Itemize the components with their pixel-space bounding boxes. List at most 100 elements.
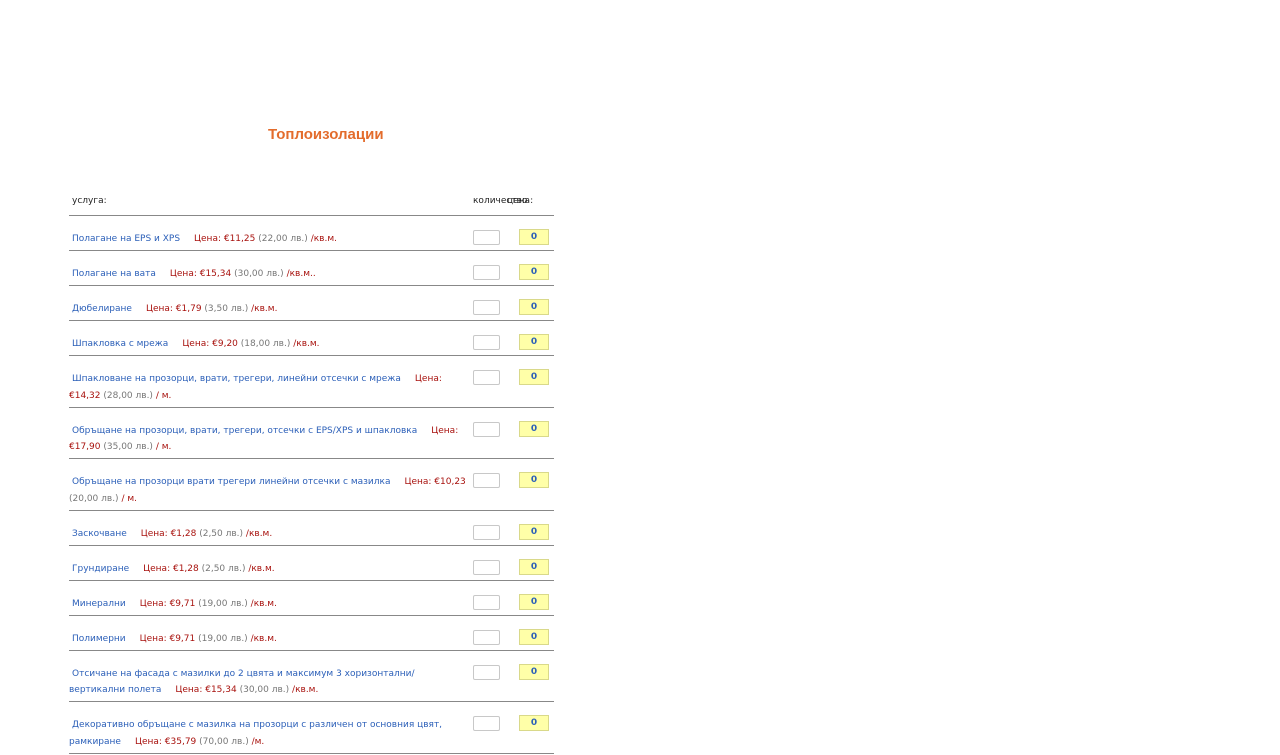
row-description: Шпакловка с мрежа Цена: €9,20 (18,00 лв.)… <box>69 336 467 353</box>
price-label: Цена: <box>145 304 176 314</box>
quantity-input[interactable] <box>473 370 500 385</box>
services-table: услуга: количество цена: Полагане на EPS… <box>69 190 554 754</box>
row-description: Шпакловане на прозорци, врати, трегери, … <box>69 371 467 404</box>
row-total: 0 <box>519 369 549 385</box>
price-bgn: (2,50 лв.) <box>199 528 244 539</box>
quantity-input[interactable] <box>473 335 500 350</box>
price-unit: /м. <box>251 736 265 747</box>
table-row: Декоративно обръщане с мазилка на прозор… <box>69 702 554 754</box>
price-eur: €1,28 <box>172 563 199 574</box>
price-eur: €9,71 <box>169 633 196 644</box>
quantity-input[interactable] <box>473 594 500 610</box>
quantity-input[interactable] <box>473 524 500 540</box>
price-label: Цена: <box>134 736 165 747</box>
table-row: Отсичане на фасада с мазилки до 2 цвята … <box>69 651 554 702</box>
price-unit: /кв.м. <box>248 563 275 574</box>
price-label: Цена: <box>140 528 171 539</box>
service-link[interactable]: Полимерни <box>72 634 126 644</box>
row-description: Дюбелиране Цена: €1,79 (3,50 лв.) /кв.м. <box>69 301 467 318</box>
row-total: 0 <box>519 593 549 610</box>
price-unit: / м. <box>121 493 137 504</box>
row-description: Грундиране Цена: €1,28 (2,50 лв.) /кв.м. <box>69 561 467 578</box>
price-unit: /кв.м. <box>292 685 319 695</box>
row-total: 0 <box>519 558 549 575</box>
price-bgn: (18,00 лв.) <box>240 339 291 349</box>
price-label: Цена: <box>431 425 459 436</box>
header-price: цена: <box>507 196 534 206</box>
service-link[interactable]: Обръщане на прозорци врати трегери линей… <box>72 477 390 487</box>
row-description: Заскочване Цена: €1,28 (2,50 лв.) /кв.м. <box>69 526 467 543</box>
price-bgn: (22,00 лв.) <box>258 234 308 244</box>
row-total: 0 <box>519 299 549 315</box>
row-total: 0 <box>519 715 549 731</box>
row-total: 0 <box>519 264 549 280</box>
table-row: Полимерни Цена: €9,71 (19,00 лв.) /кв.м. … <box>69 616 554 651</box>
price-eur: €15,34 <box>205 685 237 695</box>
row-description: Полимерни Цена: €9,71 (19,00 лв.) /кв.м. <box>69 631 467 648</box>
quantity-input[interactable] <box>473 664 500 680</box>
price-unit: /кв.м. <box>251 304 278 314</box>
service-link[interactable]: Полагане на вата <box>72 269 156 279</box>
service-link[interactable]: Грундиране <box>72 564 129 574</box>
table-row: Обръщане на прозорци врати трегери линей… <box>69 459 554 511</box>
quantity-input[interactable] <box>473 629 500 645</box>
service-link[interactable]: Шпакловка с мрежа <box>72 339 168 349</box>
price-label: Цена: <box>182 339 213 349</box>
row-total: 0 <box>519 229 549 245</box>
price-eur: €14,32 <box>69 390 101 401</box>
row-description: Отсичане на фасада с мазилки до 2 цвята … <box>69 666 467 699</box>
quantity-input[interactable] <box>473 265 500 280</box>
row-description: Минерални Цена: €9,71 (19,00 лв.) /кв.м. <box>69 596 467 613</box>
row-total: 0 <box>519 420 549 437</box>
quantity-input[interactable] <box>473 300 500 315</box>
price-bgn: (2,50 лв.) <box>201 563 246 574</box>
quantity-input[interactable] <box>473 559 500 575</box>
service-link[interactable]: Заскочване <box>72 529 127 539</box>
service-link[interactable]: Минерални <box>72 599 126 609</box>
price-unit: /кв.м. <box>293 339 320 349</box>
row-description: Декоративно обръщане с мазилка на прозор… <box>69 717 467 750</box>
price-eur: €1,28 <box>170 528 197 539</box>
header-service: услуга: <box>72 196 107 206</box>
row-description: Обръщане на прозорци, врати, трегери, от… <box>69 423 467 456</box>
table-header: услуга: количество цена: <box>69 190 554 216</box>
price-bgn: (19,00 лв.) <box>198 598 248 609</box>
quantity-input[interactable] <box>473 421 500 437</box>
row-total: 0 <box>519 472 549 488</box>
table-row: Обръщане на прозорци, врати, трегери, от… <box>69 408 554 459</box>
table-row: Дюбелиране Цена: €1,79 (3,50 лв.) /кв.м. … <box>69 286 554 321</box>
table-row: Заскочване Цена: €1,28 (2,50 лв.) /кв.м. … <box>69 511 554 546</box>
price-bgn: (20,00 лв.) <box>69 493 119 504</box>
table-row: Полагане на EPS и XPS Цена: €11,25 (22,00… <box>69 216 554 251</box>
price-label: Цена: <box>194 234 224 244</box>
row-total: 0 <box>519 334 549 350</box>
service-link[interactable]: Полагане на EPS и XPS <box>72 234 180 244</box>
price-bgn: (3,50 лв.) <box>204 304 249 314</box>
page-title: Топлоизолации <box>268 126 384 143</box>
price-bgn: (28,00 лв.) <box>103 390 153 401</box>
price-label: Цена: <box>175 685 206 695</box>
row-description: Полагане на вата Цена: €15,34 (30,00 лв.)… <box>69 266 467 283</box>
price-eur: €15,34 <box>199 269 232 279</box>
price-label: Цена: <box>139 633 170 644</box>
price-unit: / м. <box>155 442 172 452</box>
quantity-input[interactable] <box>473 230 500 245</box>
service-link[interactable]: Шпакловане на прозорци, врати, трегери, … <box>72 374 401 384</box>
price-label: Цена: <box>404 477 435 487</box>
price-eur: €10,23 <box>434 477 466 487</box>
price-bgn: (30,00 лв.) <box>239 685 290 695</box>
service-link[interactable]: Дюбелиране <box>72 304 132 314</box>
table-row: Минерални Цена: €9,71 (19,00 лв.) /кв.м. … <box>69 581 554 616</box>
service-link[interactable]: Обръщане на прозорци, врати, трегери, от… <box>72 426 417 436</box>
quantity-input[interactable] <box>473 716 500 731</box>
price-label: Цена: <box>143 563 173 574</box>
quantity-input[interactable] <box>473 473 500 488</box>
price-unit: /кв.м. <box>310 234 337 244</box>
row-total: 0 <box>519 628 549 645</box>
price-bgn: (19,00 лв.) <box>198 633 248 644</box>
price-eur: €9,20 <box>212 339 238 349</box>
price-unit: /кв.м. <box>250 598 277 609</box>
price-eur: €9,71 <box>169 598 196 609</box>
price-label: Цена: <box>139 598 170 609</box>
price-eur: €17,90 <box>69 442 101 452</box>
